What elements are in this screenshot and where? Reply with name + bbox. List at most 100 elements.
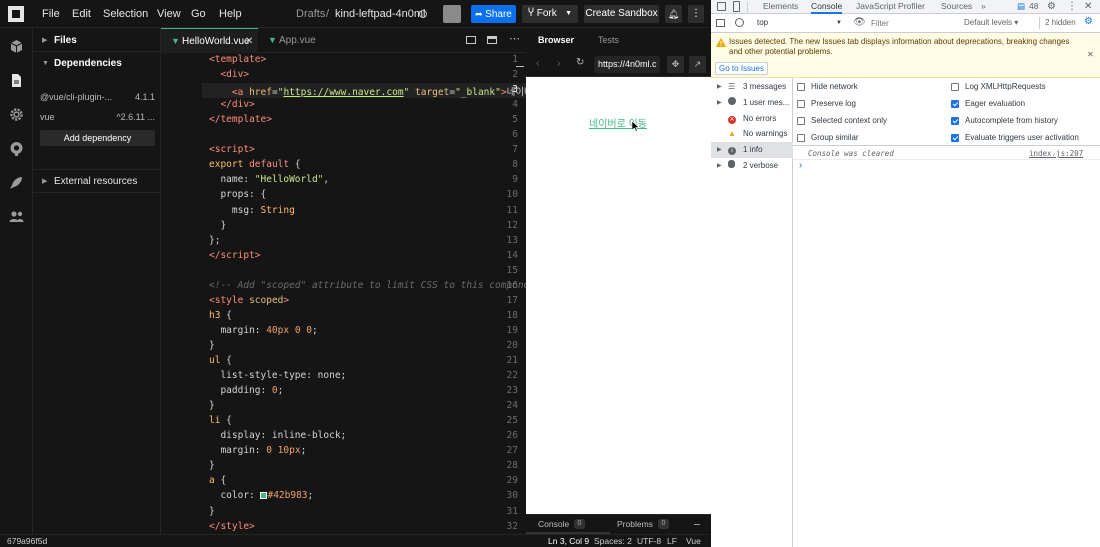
dependencies-section[interactable]: ▼ Dependencies [33,53,161,75]
console-filter-category[interactable]: ▶ 2 verbose [711,158,793,174]
checkbox[interactable] [797,117,805,125]
console-prompt[interactable]: › [799,160,802,171]
code-line[interactable]: display: inline-block; [209,430,346,441]
tab-sources[interactable]: Sources [941,0,972,14]
menu-go[interactable]: Go [191,0,206,28]
code-line[interactable]: props: { [209,189,266,200]
menu-view[interactable]: View [157,0,181,28]
message-icon[interactable]: ▤ [1017,0,1025,14]
expand-arrow-icon[interactable]: ▶ [717,79,722,95]
source-link[interactable]: index.js:207 [1029,149,1083,158]
minimize-icon[interactable] [694,524,700,525]
tab-console[interactable]: Console [811,0,843,14]
forward-icon[interactable]: › [557,58,560,69]
checkbox[interactable] [951,83,959,91]
code-line[interactable]: } [209,460,215,471]
tab-helloworld[interactable]: ▼ HelloWorld.vue ✕ [161,28,258,53]
cursor-position[interactable]: Ln 3, Col 9 [548,535,589,547]
clear-console-icon[interactable] [735,18,744,27]
more-icon[interactable]: ⋯ [509,32,520,45]
code-line[interactable]: msg: String [209,205,295,216]
close-icon[interactable]: ✕ [245,29,253,54]
checkbox[interactable] [797,100,805,108]
users-icon[interactable] [8,208,25,225]
tab-tests[interactable]: Tests [598,35,619,45]
code-line[interactable]: list-style-type: none; [209,370,346,381]
code-line[interactable]: <a href="https://www.naver.com" target="… [209,84,542,98]
line-ending[interactable]: LF [667,535,677,547]
context-select[interactable]: top ▼ [752,16,846,30]
tab-javascript-profiler[interactable]: JavaScript Profiler [856,0,925,14]
tab-app[interactable]: ▼ App.vue [258,28,338,53]
more-menu-button[interactable]: ⋮ [688,5,704,23]
expand-arrow-icon[interactable]: ▶ [717,158,722,174]
inspect-icon[interactable] [717,2,726,11]
filter-input[interactable] [871,16,961,30]
tab-browser[interactable]: Browser [538,35,574,45]
code-line[interactable]: ul { [209,355,232,366]
checkbox[interactable] [951,100,959,108]
external-resources-section[interactable]: ▶ External resources [33,171,161,193]
more-tabs-icon[interactable]: » [981,0,986,14]
code-line[interactable]: <style scoped> [209,295,289,306]
code-line[interactable]: <template> [209,54,266,65]
log-levels-select[interactable]: Default levels ▾ [964,18,1018,27]
eye-icon[interactable]: 👁︎ [853,17,866,28]
gear-icon[interactable]: ⚙ [1047,0,1056,14]
notifications-button[interactable]: 🔔︎ [665,5,682,23]
checkbox[interactable] [951,117,959,125]
folder-name[interactable]: Drafts [296,0,325,28]
dependency-item[interactable]: vue ^2.6.11 ... [33,112,161,126]
code-line[interactable]: export default { [209,159,301,170]
console-filter-category[interactable]: ✕ No errors [711,111,793,127]
menu-help[interactable]: Help [219,0,242,28]
code-line[interactable]: } [209,340,215,351]
code-line[interactable]: margin: 0 10px; [209,445,306,456]
issues-count-badge[interactable]: 48 [1029,0,1038,14]
console-filter-category[interactable]: ▶ 1 user mes... [711,95,793,111]
split-editor-icon[interactable] [466,36,476,44]
github-icon[interactable] [8,140,25,157]
code-line[interactable]: a { [209,475,226,486]
code-line[interactable]: <!-- Add "scoped" attribute to limit CSS… [209,280,541,291]
console-filter-category[interactable]: ▶ i 1 info [711,142,793,159]
encoding[interactable]: UTF-8 [637,535,661,547]
avatar[interactable] [443,5,461,23]
console-filter-category[interactable]: ▲ No warnings [711,126,793,142]
close-icon[interactable]: ✕ [1084,0,1092,14]
add-dependency-button[interactable]: Add dependency [40,130,155,146]
menu-file[interactable]: File [42,0,60,28]
code-line[interactable]: <script> [209,144,255,155]
open-external-icon[interactable]: ↗ [689,56,706,73]
files-section[interactable]: ▶ Files [33,30,161,52]
minimize-icon[interactable] [516,66,524,67]
create-sandbox-button[interactable]: Create Sandbox [584,5,659,23]
expand-arrow-icon[interactable]: ▶ [717,95,722,111]
expand-arrow-icon[interactable]: ▶ [717,142,722,158]
console-tab[interactable]: Console [538,519,569,529]
code-line[interactable]: h3 { [209,310,232,321]
code-line[interactable]: }; [209,235,220,246]
fork-button[interactable]: Ⴤ Fork ▼ [522,5,578,23]
chevron-down-icon[interactable]: ▼ [565,5,572,23]
indentation[interactable]: Spaces: 2 [594,535,632,547]
gear-icon[interactable] [8,106,25,123]
menu-edit[interactable]: Edit [72,0,91,28]
problems-tab[interactable]: Problems [617,519,653,529]
url-input[interactable]: https://4n0ml.c [594,56,660,73]
code-line[interactable]: </template> [209,114,272,125]
code-line[interactable]: margin: 40px 0 0; [209,325,317,336]
menu-selection[interactable]: Selection [103,0,148,28]
language-mode[interactable]: Vue [686,535,701,547]
tab-elements[interactable]: Elements [763,0,798,14]
back-icon[interactable]: ‹ [536,58,539,69]
more-vertical-icon[interactable]: ⋮ [1067,0,1077,14]
sidebar-toggle-icon[interactable] [716,19,725,27]
refresh-icon[interactable]: ↻ [576,57,584,68]
preview-layout-icon[interactable] [487,36,497,44]
rocket-icon[interactable] [8,174,25,191]
settings-gear-icon[interactable]: ⚙ [1084,16,1093,27]
cube-icon[interactable] [8,38,25,55]
sandbox-name[interactable]: kind-leftpad-4n0ml [335,0,426,28]
go-to-issues-button[interactable]: Go to Issues [715,62,768,75]
